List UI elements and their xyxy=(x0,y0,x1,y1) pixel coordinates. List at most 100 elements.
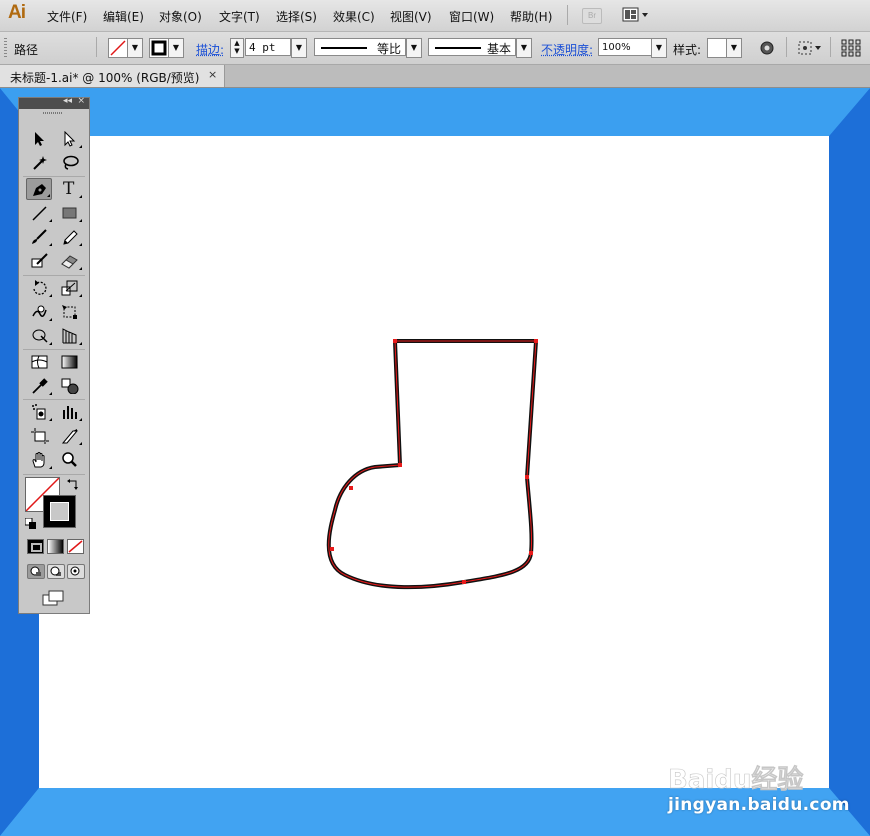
free-transform-tool[interactable] xyxy=(57,301,83,323)
fill-color-swatch[interactable] xyxy=(108,38,128,58)
close-document-icon[interactable]: × xyxy=(208,68,217,81)
black-arrow-icon xyxy=(35,132,44,146)
symbol-sprayer-icon xyxy=(32,404,46,420)
gradient-mode-button[interactable] xyxy=(47,539,64,554)
column-graph-icon xyxy=(63,406,77,419)
layout-grid-icon xyxy=(622,7,648,22)
menu-help[interactable]: 帮助(H) xyxy=(510,8,552,25)
profile-dropdown[interactable]: ▼ xyxy=(406,38,422,58)
graphic-style-swatch[interactable] xyxy=(707,38,727,58)
mesh-tool[interactable] xyxy=(27,351,53,373)
rotate-tool[interactable] xyxy=(27,277,53,299)
perspective-grid-icon xyxy=(62,328,77,344)
menu-file[interactable]: 文件(F) xyxy=(47,8,87,25)
tools-panel-header[interactable]: ◂◂ × xyxy=(19,96,89,109)
document-tab[interactable]: 未标题-1.ai* @ 100% (RGB/预览) × xyxy=(0,65,225,87)
stroke-weight-field[interactable]: 4 pt xyxy=(245,38,291,56)
menu-object[interactable]: 对象(O) xyxy=(159,8,202,25)
rectangle-tool[interactable] xyxy=(57,202,83,224)
tools-panel[interactable]: ◂◂ × T xyxy=(18,96,90,614)
zoom-tool[interactable] xyxy=(57,449,83,471)
opacity-panel-link[interactable]: 不透明度: xyxy=(541,41,593,58)
recolor-artwork-button[interactable] xyxy=(759,40,775,59)
workspace-switcher-button[interactable] xyxy=(622,7,650,23)
menu-edit[interactable]: 编辑(E) xyxy=(103,8,144,25)
line-segment-tool[interactable] xyxy=(27,202,53,224)
control-bar: 路径 ▼ ▼ 描边: ▲ ▼ 4 pt ▼ 等比 ▼ 基本 ▼ 不透明度: 100… xyxy=(0,32,870,65)
selection-tool[interactable] xyxy=(27,128,53,150)
bridge-button[interactable]: Br xyxy=(582,8,602,24)
stroke-weight-dropdown[interactable]: ▼ xyxy=(291,38,307,58)
brush-dropdown[interactable]: ▼ xyxy=(516,38,532,58)
menu-effect[interactable]: 效果(C) xyxy=(333,8,375,25)
color-mode-button[interactable] xyxy=(27,539,44,554)
paintbrush-tool[interactable] xyxy=(27,226,53,248)
warp-icon xyxy=(32,305,47,317)
anchor-points xyxy=(330,339,538,584)
symbol-sprayer-tool[interactable] xyxy=(27,401,53,423)
gradient-tool[interactable] xyxy=(57,351,83,373)
eraser-tool[interactable] xyxy=(57,250,83,272)
panel-menu-button[interactable] xyxy=(841,39,861,60)
pencil-tool[interactable] xyxy=(57,226,83,248)
slice-tool[interactable] xyxy=(57,425,83,447)
screen-mode-button[interactable] xyxy=(41,589,65,607)
perspective-grid-tool[interactable] xyxy=(57,325,83,347)
boot-path[interactable] xyxy=(0,88,870,836)
profile-label: 等比 xyxy=(376,42,401,56)
none-mode-button[interactable] xyxy=(67,539,84,554)
draw-behind-button[interactable] xyxy=(47,564,65,579)
scale-tool[interactable] xyxy=(57,277,83,299)
type-t-icon: T xyxy=(63,179,75,199)
menu-window[interactable]: 窗口(W) xyxy=(449,8,494,25)
lasso-tool[interactable] xyxy=(57,152,83,174)
close-panel-icon[interactable]: × xyxy=(77,96,85,106)
eyedropper-tool[interactable] xyxy=(27,375,53,397)
watermark-brand: Baidu经验 xyxy=(668,764,803,794)
stroke-dropdown-arrow[interactable]: ▼ xyxy=(168,38,184,58)
opacity-field[interactable]: 100% xyxy=(598,38,652,56)
pen-tool[interactable] xyxy=(26,178,52,200)
blend-tool[interactable] xyxy=(57,375,83,397)
isolate-group-button[interactable] xyxy=(797,40,823,59)
column-graph-tool[interactable] xyxy=(57,401,83,423)
opacity-dropdown[interactable]: ▼ xyxy=(651,38,667,58)
tools-panel-grip[interactable] xyxy=(19,109,89,117)
canvas-area[interactable] xyxy=(0,88,870,836)
stroke-swatch[interactable] xyxy=(43,495,76,528)
pencil-icon xyxy=(63,230,78,245)
collapse-panel-icon[interactable]: ◂◂ xyxy=(63,96,72,106)
eyedropper-icon xyxy=(32,378,48,394)
artboard-icon xyxy=(31,428,49,444)
menu-view[interactable]: 视图(V) xyxy=(390,8,432,25)
graphic-style-dropdown[interactable]: ▼ xyxy=(726,38,742,58)
direct-selection-tool[interactable] xyxy=(57,128,83,150)
fill-dropdown-arrow[interactable]: ▼ xyxy=(127,38,143,58)
stroke-weight-stepper[interactable]: ▲ ▼ xyxy=(230,38,244,58)
brush-definition[interactable]: 基本 xyxy=(428,38,516,56)
warp-tool[interactable] xyxy=(27,301,53,323)
grid-menu-icon xyxy=(841,39,861,57)
white-arrow-icon xyxy=(64,131,76,147)
shape-builder-tool[interactable] xyxy=(27,325,53,347)
eraser-icon xyxy=(61,255,78,269)
stroke-panel-link[interactable]: 描边: xyxy=(196,41,224,58)
menu-select[interactable]: 选择(S) xyxy=(276,8,317,25)
magic-wand-tool[interactable] xyxy=(27,152,53,174)
hand-tool[interactable] xyxy=(27,449,53,471)
stroke-square-icon xyxy=(151,40,167,56)
blob-brush-tool[interactable] xyxy=(27,250,53,272)
control-divider xyxy=(830,37,831,57)
draw-normal-button[interactable] xyxy=(27,564,45,579)
screen-mode-icon xyxy=(42,590,64,606)
artboard-tool[interactable] xyxy=(27,425,53,447)
type-tool[interactable]: T xyxy=(57,178,83,200)
control-bar-grip[interactable] xyxy=(4,38,7,58)
default-colors-icon[interactable] xyxy=(24,517,37,533)
draw-inside-button[interactable] xyxy=(67,564,85,579)
variable-width-profile[interactable]: 等比 xyxy=(314,38,406,56)
select-similar-icon xyxy=(798,41,821,55)
menu-type[interactable]: 文字(T) xyxy=(219,8,260,25)
stroke-color-swatch[interactable] xyxy=(149,38,169,58)
swap-fill-stroke-icon[interactable] xyxy=(67,479,79,494)
